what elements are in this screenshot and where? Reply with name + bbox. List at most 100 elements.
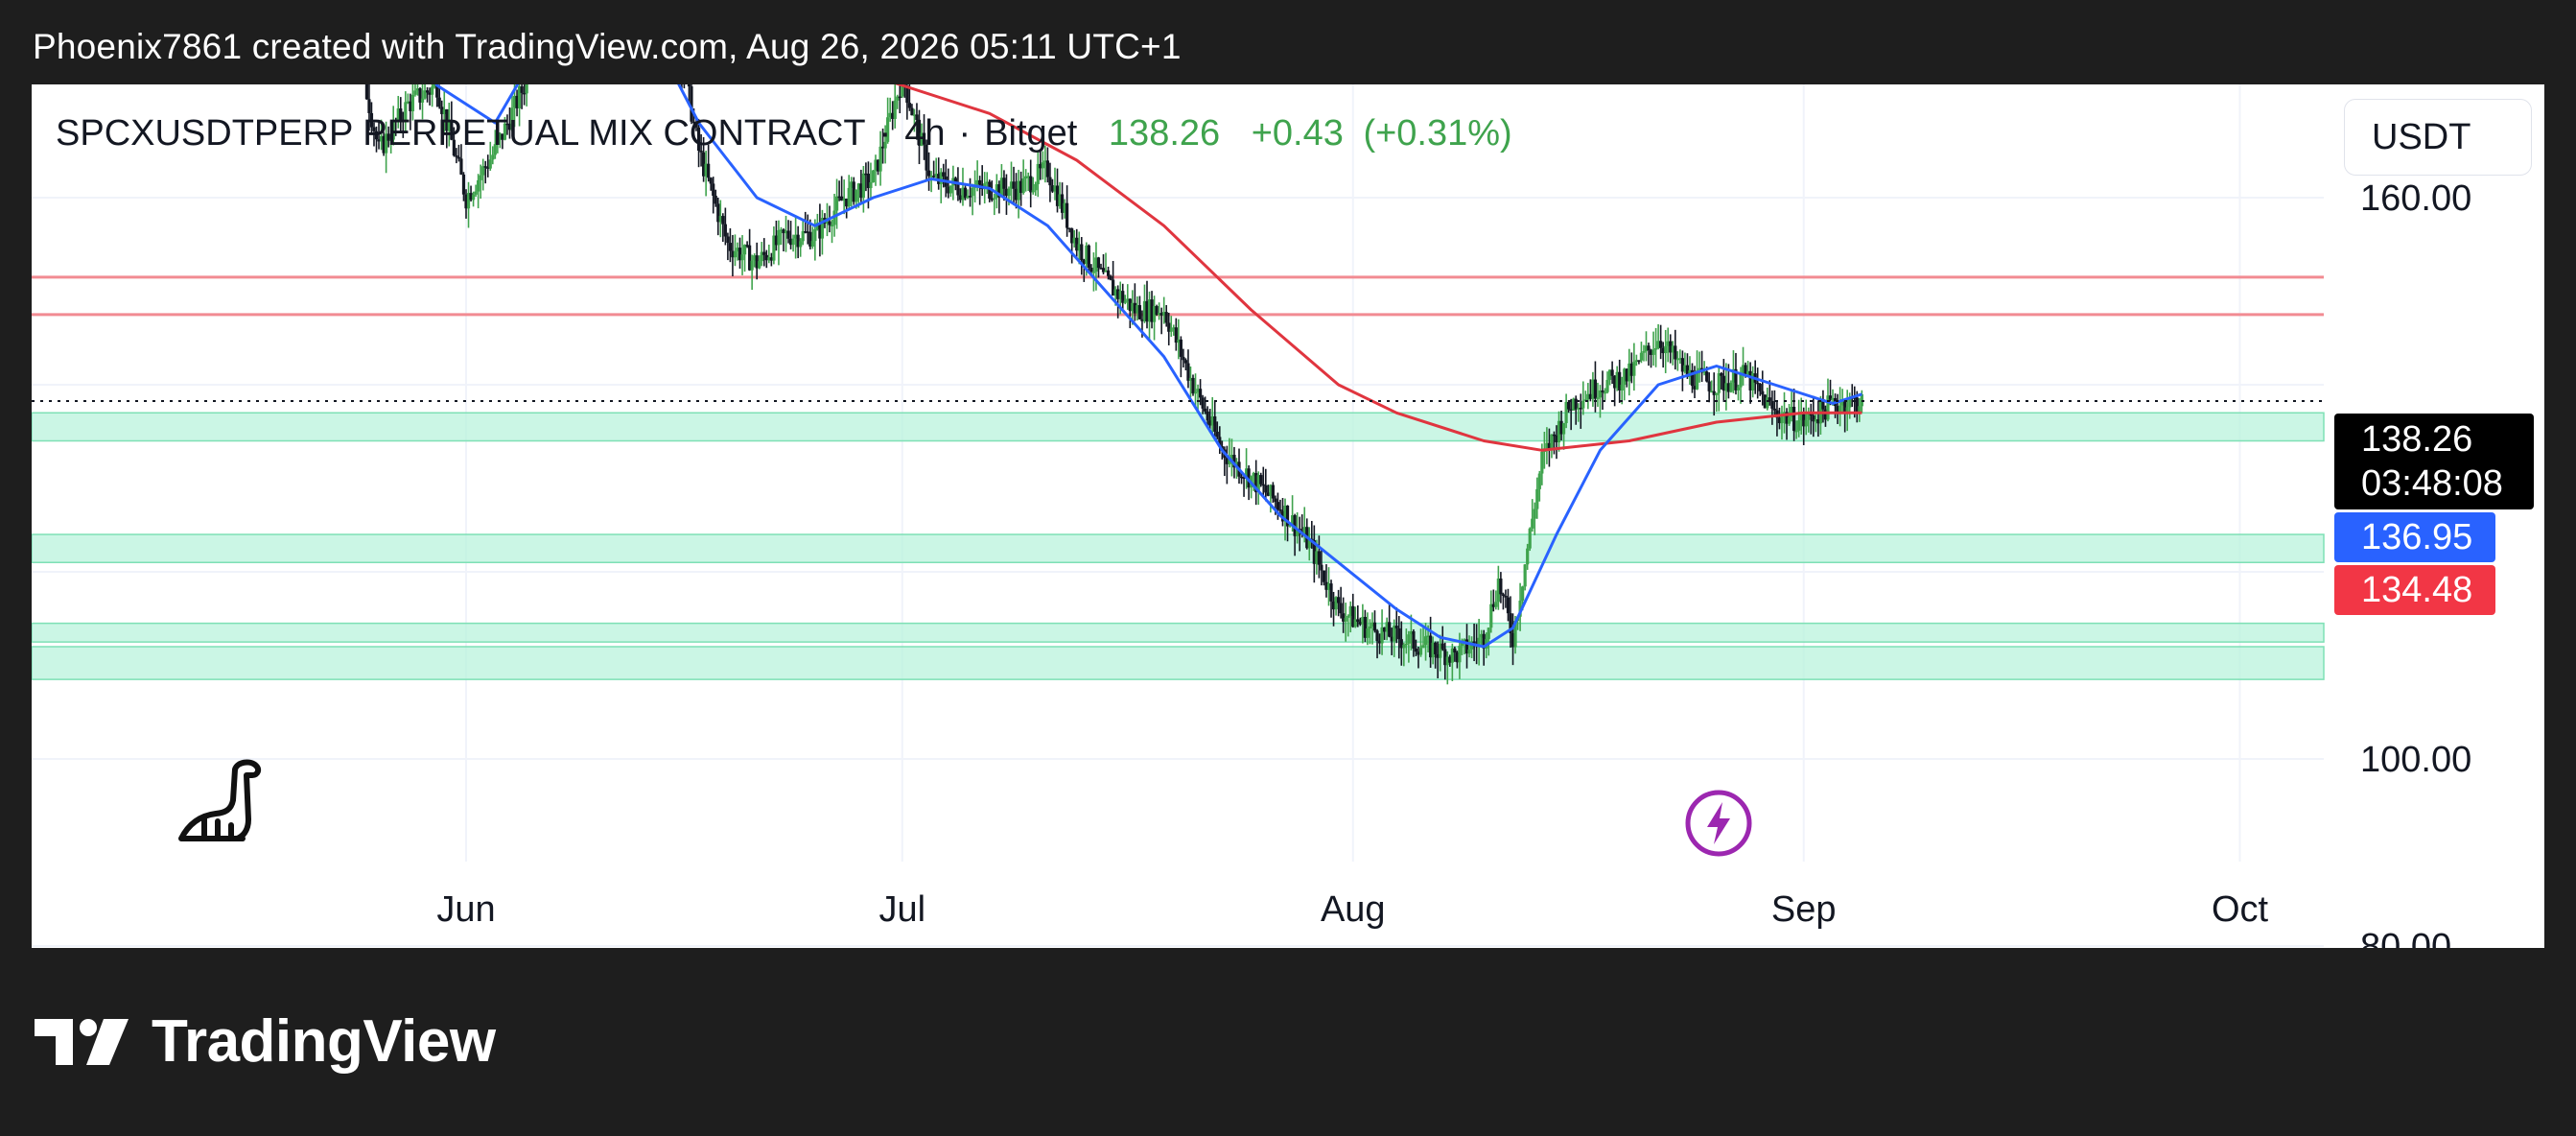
candle-body (413, 90, 417, 95)
candle-body (1080, 244, 1084, 261)
candle-body (1467, 649, 1471, 654)
candle-body (993, 198, 996, 200)
candle-body (1388, 622, 1392, 637)
candle-body (1201, 397, 1205, 409)
price-chart[interactable]: 180.00160.00100.0080.0060.00 JunJulAugSe… (32, 84, 2544, 948)
candle-body (1021, 178, 1025, 194)
candle-body (1213, 416, 1217, 432)
candle-body (1581, 400, 1585, 409)
candle-body (1804, 419, 1808, 427)
candle-body (971, 187, 974, 197)
support-zone (32, 412, 2325, 442)
candle-body (1368, 626, 1372, 629)
candle-body (1664, 345, 1668, 354)
candle-body (687, 84, 691, 87)
candle-body (1191, 377, 1195, 394)
candle-body (968, 196, 972, 198)
chart-caption: Phoenix7861 created with TradingView.com… (33, 27, 1182, 66)
candle-body (1372, 622, 1377, 631)
candle-body (1531, 518, 1534, 529)
candle-body (1091, 272, 1096, 273)
candle-body (1838, 405, 1842, 413)
candle-body (1423, 636, 1428, 646)
candle-body (742, 245, 747, 255)
candle-body (786, 230, 790, 239)
tradingview-logo[interactable]: TradingView (35, 1007, 496, 1076)
chart-panel[interactable]: 180.00160.00100.0080.0060.00 JunJulAugSe… (32, 84, 2544, 948)
candle-body (520, 86, 524, 93)
currency-button[interactable]: USDT (2344, 99, 2532, 176)
candle-body (1770, 400, 1774, 409)
candle-body (1007, 188, 1011, 197)
candle-body (813, 229, 817, 242)
symbol-header: SPCXUSDTPERP PERPETUAL MIX CONTRACT · 4h · B… (56, 113, 1512, 154)
candle-body (799, 241, 803, 248)
candle-body (956, 184, 960, 196)
candle-body (810, 241, 814, 247)
candle-body (828, 221, 831, 225)
candle-body (1089, 267, 1093, 272)
candle-body (1347, 616, 1350, 618)
candle-body (1002, 178, 1006, 189)
candle-body (1794, 430, 1798, 433)
candle-body (1487, 627, 1490, 640)
candle-body (1404, 643, 1408, 646)
candle-body (1109, 275, 1112, 280)
candle-body (1397, 627, 1401, 640)
candle-body (1123, 300, 1127, 303)
candle-body (459, 158, 463, 175)
x-tick-label: Jul (879, 889, 926, 930)
ma-fast-value: 136.95 (2361, 517, 2473, 557)
candle-body (525, 84, 528, 94)
candle-body (1601, 390, 1604, 392)
candle-body (1729, 382, 1733, 392)
symbol-name[interactable]: SPCXUSDTPERP PERPETUAL MIX CONTRACT (56, 113, 866, 154)
candle-body (455, 155, 458, 157)
header-price: 138.26 (1108, 113, 1221, 154)
candle-body (1412, 630, 1416, 649)
candle-body (1034, 183, 1038, 191)
candle-body (1489, 604, 1493, 628)
candle-body (1647, 345, 1651, 351)
candle-body (978, 179, 982, 185)
candle-body (1453, 648, 1457, 652)
candle-body (488, 159, 492, 169)
candle-body (1402, 645, 1406, 649)
candle-body (1317, 551, 1321, 565)
y-tick-label: 160.00 (2360, 178, 2471, 219)
candle-body (1337, 597, 1341, 604)
candle-body (1259, 475, 1263, 485)
candle-body (869, 181, 873, 189)
x-tick-label: Jun (436, 889, 495, 930)
candle-body (1276, 502, 1280, 510)
candle-body (834, 196, 839, 211)
candle-body (1705, 371, 1709, 382)
candle-body (1198, 389, 1203, 398)
candle-body (1164, 312, 1168, 323)
candle-body (1012, 181, 1016, 189)
candle-body (367, 99, 371, 113)
candle-body (1674, 345, 1677, 360)
candle-body (801, 231, 805, 242)
support-zone (32, 533, 2325, 563)
candle-body (1375, 630, 1379, 642)
candle-body (750, 260, 754, 271)
candle-body (1045, 160, 1049, 178)
candle-body (1550, 434, 1554, 450)
candle-body (1761, 390, 1765, 395)
ma-fast-tag: 136.95 (2334, 512, 2495, 562)
ma-slow-value: 134.48 (2361, 570, 2473, 610)
candle-body (1356, 619, 1360, 623)
candle-body (1182, 356, 1185, 361)
candle-body (1715, 392, 1719, 395)
zones (32, 275, 2325, 680)
interval[interactable]: 4h (904, 113, 945, 154)
candle-body (1756, 382, 1760, 385)
candle-body (1320, 564, 1323, 571)
candle-body (1339, 603, 1343, 614)
x-axis: Jun Jul Aug Sep Oct (436, 889, 2268, 930)
candle-body (898, 96, 902, 99)
candle-body (1620, 384, 1624, 390)
x-tick-label: Aug (1321, 889, 1386, 930)
candle-body (431, 86, 434, 95)
